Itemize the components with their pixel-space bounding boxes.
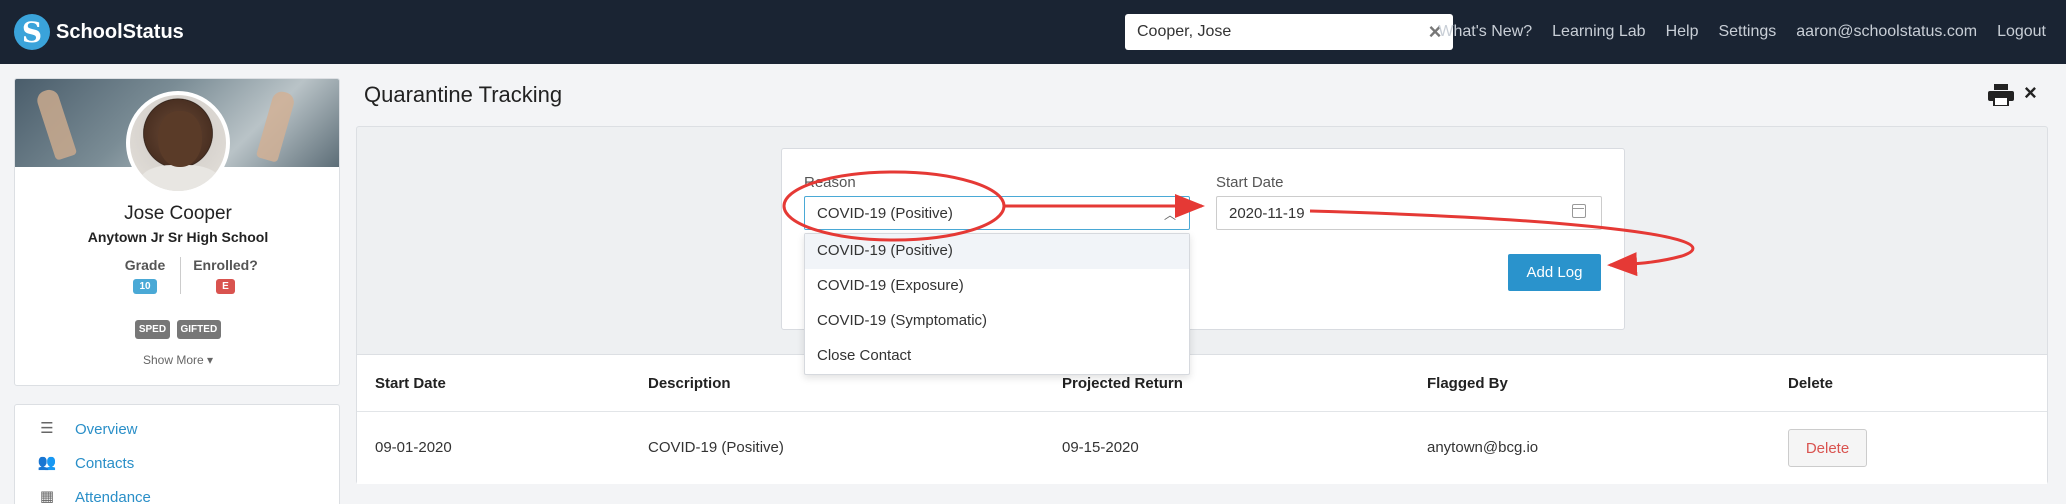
nav-link-help[interactable]: Help (1666, 23, 1699, 41)
grade-badge: 10 (133, 279, 157, 294)
column-header-flagged-by: Flagged By (1427, 375, 1508, 392)
dropdown-option-covid-exposure[interactable]: COVID-19 (Exposure) (805, 269, 1189, 304)
quarantine-log-table: Start Date Description Projected Return … (357, 354, 2047, 484)
sidebar-item-overview[interactable]: ☰ Overview (37, 417, 138, 441)
print-icon[interactable] (1988, 84, 2014, 106)
column-header-start-date: Start Date (375, 375, 446, 392)
start-date-value: 2020-11-19 (1229, 205, 1305, 222)
show-more-link[interactable]: Show More ▾ (15, 353, 339, 367)
student-tags: SPED GIFTED (15, 319, 339, 339)
enrolled-stat: Enrolled? E (180, 257, 270, 294)
start-date-label: Start Date (1216, 174, 1284, 191)
delete-button[interactable]: Delete (1788, 429, 1867, 467)
table-divider (357, 411, 2047, 412)
list-icon: ☰ (40, 420, 54, 437)
enrolled-badge: E (216, 279, 235, 294)
nav-link-learning-lab[interactable]: Learning Lab (1552, 23, 1645, 41)
tag-gifted: GIFTED (176, 320, 222, 339)
student-search: × (1125, 14, 1453, 50)
reason-label: Reason (804, 174, 856, 191)
avatar-shirt (140, 165, 220, 191)
dropdown-option-covid-positive[interactable]: COVID-19 (Positive) (805, 234, 1189, 269)
add-log-button[interactable]: Add Log (1508, 254, 1601, 291)
enrolled-label: Enrolled? (193, 257, 258, 273)
close-icon[interactable]: × (2024, 80, 2037, 106)
student-name: Jose Cooper (124, 203, 232, 224)
cell-description: COVID-19 (Positive) (648, 439, 784, 456)
sidebar-item-contacts[interactable]: 👥 Contacts (37, 451, 135, 475)
grade-stat: Grade 10 (110, 257, 180, 294)
grade-label: Grade (124, 257, 166, 273)
nav-link-whats-new[interactable]: What's New? (1438, 23, 1532, 41)
banner-decoration (255, 89, 297, 163)
reason-select[interactable]: COVID-19 (Positive) (804, 196, 1190, 230)
brand-name: SchoolStatus (56, 20, 184, 43)
column-header-projected-return: Projected Return (1062, 375, 1183, 392)
sidebar-item-label: Attendance (75, 488, 151, 504)
brand[interactable]: S SchoolStatus (14, 14, 184, 50)
schoolstatus-logo-icon: S (14, 14, 50, 50)
sidebar-item-label: Contacts (75, 454, 135, 472)
tag-sped: SPED (134, 320, 171, 339)
student-search-input[interactable] (1125, 14, 1405, 50)
sidebar-item-attendance[interactable]: ▦ Attendance (37, 485, 151, 504)
sidebar-item-label: Overview (75, 420, 138, 438)
student-profile-card: Jose Cooper Anytown Jr Sr High School Gr… (14, 78, 340, 386)
column-header-description: Description (648, 375, 731, 392)
nav-link-account[interactable]: aaron@schoolstatus.com (1796, 23, 1977, 41)
start-date-input[interactable]: 2020-11-19 (1216, 196, 1602, 230)
cell-start-date: 09-01-2020 (375, 439, 452, 456)
page-title: Quarantine Tracking (364, 82, 563, 107)
cell-projected-return: 09-15-2020 (1062, 439, 1139, 456)
users-icon: 👥 (37, 454, 57, 471)
reason-dropdown-menu: COVID-19 (Positive) COVID-19 (Exposure) … (804, 233, 1190, 375)
dropdown-option-close-contact[interactable]: Close Contact (805, 339, 1189, 374)
dropdown-option-covid-symptomatic[interactable]: COVID-19 (Symptomatic) (805, 304, 1189, 339)
calendar-icon[interactable] (1572, 204, 1586, 218)
nav-links: What's New? Learning Lab Help Settings a… (1418, 0, 2046, 64)
top-navbar: S SchoolStatus × What's New? Learning La… (0, 0, 2066, 64)
student-nav: ☰ Overview 👥 Contacts ▦ Attendance (14, 404, 340, 504)
banner-decoration (34, 87, 78, 161)
avatar-face (158, 111, 202, 167)
avatar (126, 91, 230, 195)
chevron-up-icon[interactable]: ︿ (1164, 206, 1176, 223)
column-header-delete: Delete (1788, 375, 1834, 392)
reason-select-value: COVID-19 (Positive) (817, 205, 953, 222)
calendar-icon: ▦ (39, 488, 55, 504)
student-school: Anytown Jr Sr High School (87, 229, 269, 245)
nav-link-settings[interactable]: Settings (1718, 23, 1776, 41)
cell-flagged-by: anytown@bcg.io (1427, 439, 1539, 456)
nav-link-logout[interactable]: Logout (1997, 23, 2046, 41)
